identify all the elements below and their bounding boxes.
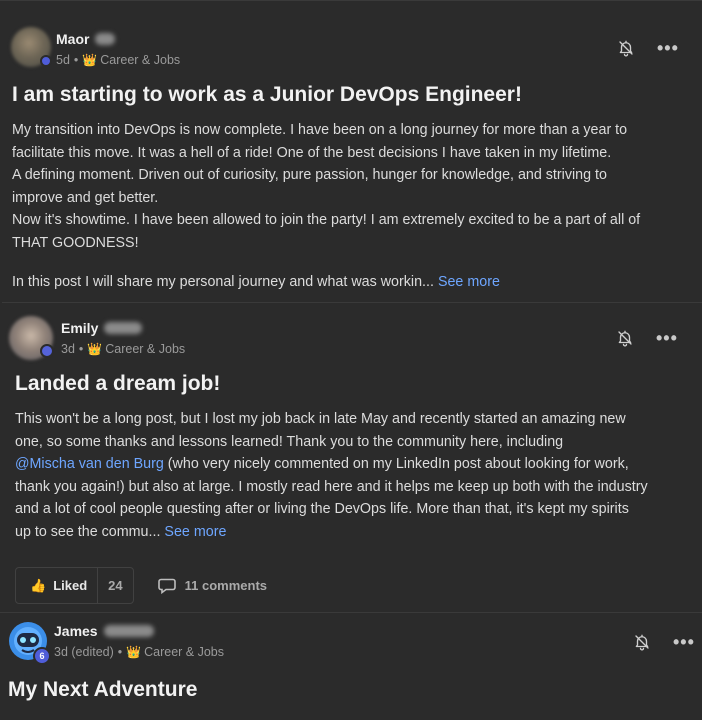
category-link[interactable]: Career & Jobs: [105, 342, 185, 356]
crown-icon: 👑: [126, 645, 142, 659]
author-name[interactable]: James: [54, 623, 98, 639]
post-body: My transition into DevOps is now complet…: [12, 119, 640, 255]
post-time[interactable]: 3d (edited): [54, 645, 114, 659]
separator: •: [78, 342, 84, 356]
bell-off-icon[interactable]: [616, 329, 634, 347]
body-line: thank you again!) but also at large. I m…: [15, 478, 648, 495]
like-label: Liked: [53, 578, 88, 593]
author-name[interactable]: Emily: [61, 320, 98, 336]
comments-button[interactable]: 11 comments: [157, 578, 267, 594]
comment-icon: [157, 578, 176, 594]
body-line: A defining moment. Driven out of curiosi…: [12, 167, 607, 184]
body-line: My transition into DevOps is now complet…: [12, 122, 628, 138]
category-link[interactable]: Career & Jobs: [100, 53, 180, 67]
body-line: up to see the commu...: [15, 523, 161, 540]
post-preview: In this post I will share my personal jo…: [12, 271, 500, 294]
body-line: (who very nicely commented on my LinkedI…: [163, 456, 629, 473]
category-link[interactable]: Career & Jobs: [144, 645, 224, 659]
post-time[interactable]: 5d: [56, 53, 70, 67]
author-name[interactable]: Maor: [56, 31, 89, 47]
body-line: Now it's showtime. I have been allowed t…: [12, 212, 641, 229]
feed-post: Emily 3d • 👑 Career & Jobs ••• Landed a …: [2, 302, 702, 612]
post-header: 6 James 3d (edited) • 👑 Career & Jobs: [8, 621, 224, 665]
more-dots-icon[interactable]: •••: [673, 633, 695, 651]
body-line: This won't be a long post, but I lost my…: [15, 411, 626, 427]
level-badge: 6: [33, 647, 51, 665]
body-line: facilitate this move. It was a hell of a…: [12, 144, 612, 161]
feed-post: Maor 5d • 👑 Career & Jobs ••• I am start…: [0, 0, 702, 302]
post-body: This won't be a long post, but I lost my…: [15, 408, 648, 544]
body-line: and a lot of cool people questing after …: [15, 501, 629, 518]
body-line: one, so some thanks and lessons learned!…: [15, 433, 564, 450]
avatar[interactable]: [9, 316, 54, 360]
body-line: THAT GOODNESS!: [12, 234, 139, 251]
see-more-link[interactable]: See more: [164, 524, 226, 540]
reaction-bar: 👍 Liked 24 11 comments: [15, 567, 267, 604]
crown-icon: 👑: [87, 342, 103, 356]
bell-off-icon[interactable]: [633, 633, 651, 651]
post-title[interactable]: I am starting to work as a Junior DevOps…: [12, 83, 522, 107]
like-button[interactable]: 👍 Liked 24: [15, 567, 134, 604]
bell-off-icon[interactable]: [617, 39, 635, 57]
avatar[interactable]: 6: [8, 621, 51, 665]
post-header: Maor 5d • 👑 Career & Jobs: [11, 27, 180, 71]
thumbs-up-icon: 👍: [30, 577, 47, 593]
crown-icon: 👑: [82, 53, 98, 67]
comments-label: 11 comments: [184, 578, 267, 593]
mention-link[interactable]: @Mischa van den Burg: [15, 456, 164, 472]
more-dots-icon[interactable]: •••: [657, 39, 679, 57]
like-count[interactable]: 24: [97, 568, 132, 603]
post-time[interactable]: 3d: [61, 342, 75, 356]
post-title[interactable]: My Next Adventure: [8, 678, 197, 702]
feed-post: 6 James 3d (edited) • 👑 Career & Jobs ••…: [0, 612, 702, 720]
body-line: improve and get better.: [12, 189, 159, 206]
post-header: Emily 3d • 👑 Career & Jobs: [9, 316, 185, 360]
see-more-link[interactable]: See more: [438, 274, 500, 290]
redacted-surname: [104, 322, 143, 334]
avatar[interactable]: [11, 27, 52, 67]
more-dots-icon[interactable]: •••: [656, 329, 678, 347]
redacted-surname: [103, 625, 154, 637]
redacted-surname: [95, 33, 116, 45]
post-title[interactable]: Landed a dream job!: [15, 372, 220, 396]
preview-text: In this post I will share my personal jo…: [12, 274, 434, 290]
separator: •: [73, 53, 79, 67]
separator: •: [117, 645, 123, 659]
